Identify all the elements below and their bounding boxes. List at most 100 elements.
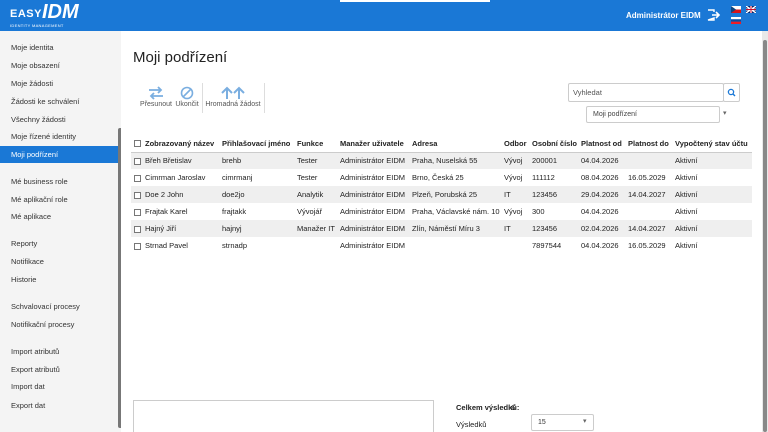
double-up-arrow-icon <box>221 86 245 99</box>
row-checkbox[interactable] <box>131 186 142 203</box>
table-cell: Administrátor EIDM <box>340 173 406 182</box>
sidebar-item-import-atributu[interactable]: Import atributů <box>0 343 118 360</box>
sidebar-item-notifikacni-procesy[interactable]: Notifikační procesy <box>0 316 118 333</box>
logo-text-idm: IDM <box>42 1 79 23</box>
table-row[interactable]: Doe 2 John doe2jo Analytik Administrátor… <box>131 186 752 203</box>
sidebar-item-zadosti-ke-schvaleni[interactable]: Žádosti ke schválení <box>0 93 118 110</box>
ban-icon <box>180 86 194 100</box>
table-cell: 04.04.2026 <box>581 207 619 216</box>
end-button[interactable]: Ukončit <box>171 86 203 108</box>
sidebar-item-import-dat[interactable]: Import dat <box>0 378 118 395</box>
czech-flag-icon[interactable] <box>731 6 741 13</box>
table-row[interactable]: Cimrman Jaroslav cimrmanj Tester Adminis… <box>131 169 752 186</box>
table-cell: Aktivní <box>672 152 752 169</box>
table-cell: Aktivní <box>675 207 698 216</box>
table-row[interactable]: Břeh Břetislav brehb Tester Administráto… <box>131 152 752 169</box>
sidebar-item-moji-podrizeni[interactable]: Moji podřízení <box>0 146 118 163</box>
sidebar-item-moje-obsazeni[interactable]: Moje obsazení <box>0 57 118 74</box>
logout-icon[interactable] <box>707 9 721 21</box>
search-button[interactable] <box>723 83 740 102</box>
column-header[interactable]: Osobní číslo <box>529 135 578 153</box>
sidebar-item-schvalovaci-procesy[interactable]: Schvalovací procesy <box>0 298 118 315</box>
column-header[interactable]: Manažer uživatele <box>337 135 409 153</box>
table-cell: Brno, Česká 25 <box>412 173 464 182</box>
sidebar: Moje identita Moje obsazení Moje žádosti… <box>0 31 118 432</box>
column-header[interactable]: Zobrazovaný název <box>142 135 219 153</box>
main-scrollbar[interactable] <box>763 40 767 432</box>
column-header[interactable]: Adresa <box>409 135 501 153</box>
table-cell: Manažer IT <box>294 220 337 237</box>
sidebar-item-reporty[interactable]: Reporty <box>0 235 118 252</box>
logo-subtitle: IDENTITY MANAGEMENT <box>10 23 64 28</box>
table-cell: strnadp <box>222 241 248 250</box>
row-checkbox[interactable] <box>131 237 142 254</box>
sidebar-item-export-atributu[interactable]: Export atributů <box>0 361 118 378</box>
bulk-request-label: Hromadná žádost <box>205 101 261 108</box>
select-all-checkbox[interactable] <box>131 135 142 153</box>
filter-select[interactable]: Moji podřízení <box>586 106 720 123</box>
row-checkbox[interactable] <box>131 152 142 169</box>
table-cell <box>625 203 672 220</box>
search-icon <box>727 88 736 97</box>
table-row[interactable]: Frajtak Karel frajtakk Vývojář Administr… <box>131 203 752 220</box>
sidebar-item-me-business-role[interactable]: Mé business role <box>0 173 118 190</box>
table-cell: Aktivní <box>672 186 752 203</box>
total-results-count: 6 <box>511 403 516 412</box>
column-header[interactable]: Platnost od <box>578 135 625 153</box>
sidebar-item-export-dat[interactable]: Export dat <box>0 397 118 414</box>
total-results-label: Celkem výsledků: <box>456 403 520 412</box>
top-bar: EASY IDM IDENTITY MANAGEMENT Administrát… <box>0 0 768 31</box>
column-header[interactable]: Vypočtený stav účtu <box>672 135 752 153</box>
sidebar-item-me-aplikacni-role[interactable]: Mé aplikační role <box>0 191 118 208</box>
table-cell: 04.04.2026 <box>581 241 619 250</box>
main-panel: Moji podřízení Přesunout Ukončit Hromadn… <box>121 31 762 432</box>
table-cell: Břeh Břetislav <box>142 152 219 169</box>
column-header[interactable]: Přihlašovací jméno <box>219 135 294 153</box>
bulk-request-button[interactable]: Hromadná žádost <box>203 86 263 108</box>
table-cell: 14.04.2027 <box>625 186 672 203</box>
search-input[interactable] <box>568 83 724 102</box>
column-header[interactable]: Odbor <box>501 135 529 153</box>
sidebar-item-notifikace[interactable]: Notifikace <box>0 253 118 270</box>
table-cell: Administrátor EIDM <box>337 186 409 203</box>
english-flag-icon[interactable] <box>746 6 756 13</box>
current-user-name[interactable]: Administrátor EIDM <box>626 11 701 20</box>
column-header[interactable]: Platnost do <box>625 135 672 153</box>
sidebar-item-historie[interactable]: Historie <box>0 271 118 288</box>
slovak-flag-icon[interactable] <box>731 17 741 24</box>
sidebar-item-moje-zadosti[interactable]: Moje žádosti <box>0 75 118 92</box>
transfer-icon <box>149 86 163 100</box>
sidebar-item-vsechny-zadosti[interactable]: Všechny žádosti <box>0 111 118 128</box>
table-cell: IT <box>501 220 529 237</box>
results-per-page-label: Výsledků na stránku <box>456 420 491 432</box>
table-cell: brehb <box>219 152 294 169</box>
easyidm-logo[interactable]: EASY IDM IDENTITY MANAGEMENT <box>10 1 90 29</box>
table-cell: cimrmanj <box>222 173 253 182</box>
table-cell: Zlín, Náměstí Míru 3 <box>409 220 501 237</box>
table-cell: 300 <box>532 207 545 216</box>
table-cell: Vývojář <box>297 207 323 216</box>
sidebar-item-moje-identita[interactable]: Moje identita <box>0 39 118 56</box>
chevron-down-icon[interactable]: ▾ <box>583 417 587 425</box>
toolbar-divider <box>264 83 265 113</box>
table-row[interactable]: Strnad Pavel strnadp Administrátor EIDM … <box>131 237 752 254</box>
row-checkbox[interactable] <box>131 220 142 237</box>
chevron-down-icon[interactable]: ▾ <box>723 109 727 117</box>
table-cell: frajtakk <box>222 207 247 216</box>
table-cell: 7897544 <box>532 241 562 250</box>
move-button-label: Přesunout <box>140 101 172 108</box>
sidebar-item-moje-rizene-identity[interactable]: Moje řízené identity <box>0 128 118 145</box>
table-cell: Vývoj <box>504 173 523 182</box>
table-cell <box>409 237 501 254</box>
table-cell: Administrátor EIDM <box>337 220 409 237</box>
table-row[interactable]: Hajný Jiří hajnyj Manažer IT Administrát… <box>131 220 752 237</box>
table-cell: Tester <box>297 173 318 182</box>
row-checkbox[interactable] <box>131 169 142 186</box>
sidebar-item-me-aplikace[interactable]: Mé aplikace <box>0 208 118 225</box>
table-cell: IT <box>501 186 529 203</box>
table-cell <box>294 237 337 254</box>
row-checkbox[interactable] <box>131 203 142 220</box>
table-cell: doe2jo <box>219 186 294 203</box>
table-cell: Strnad Pavel <box>145 241 188 250</box>
column-header[interactable]: Funkce <box>294 135 337 153</box>
